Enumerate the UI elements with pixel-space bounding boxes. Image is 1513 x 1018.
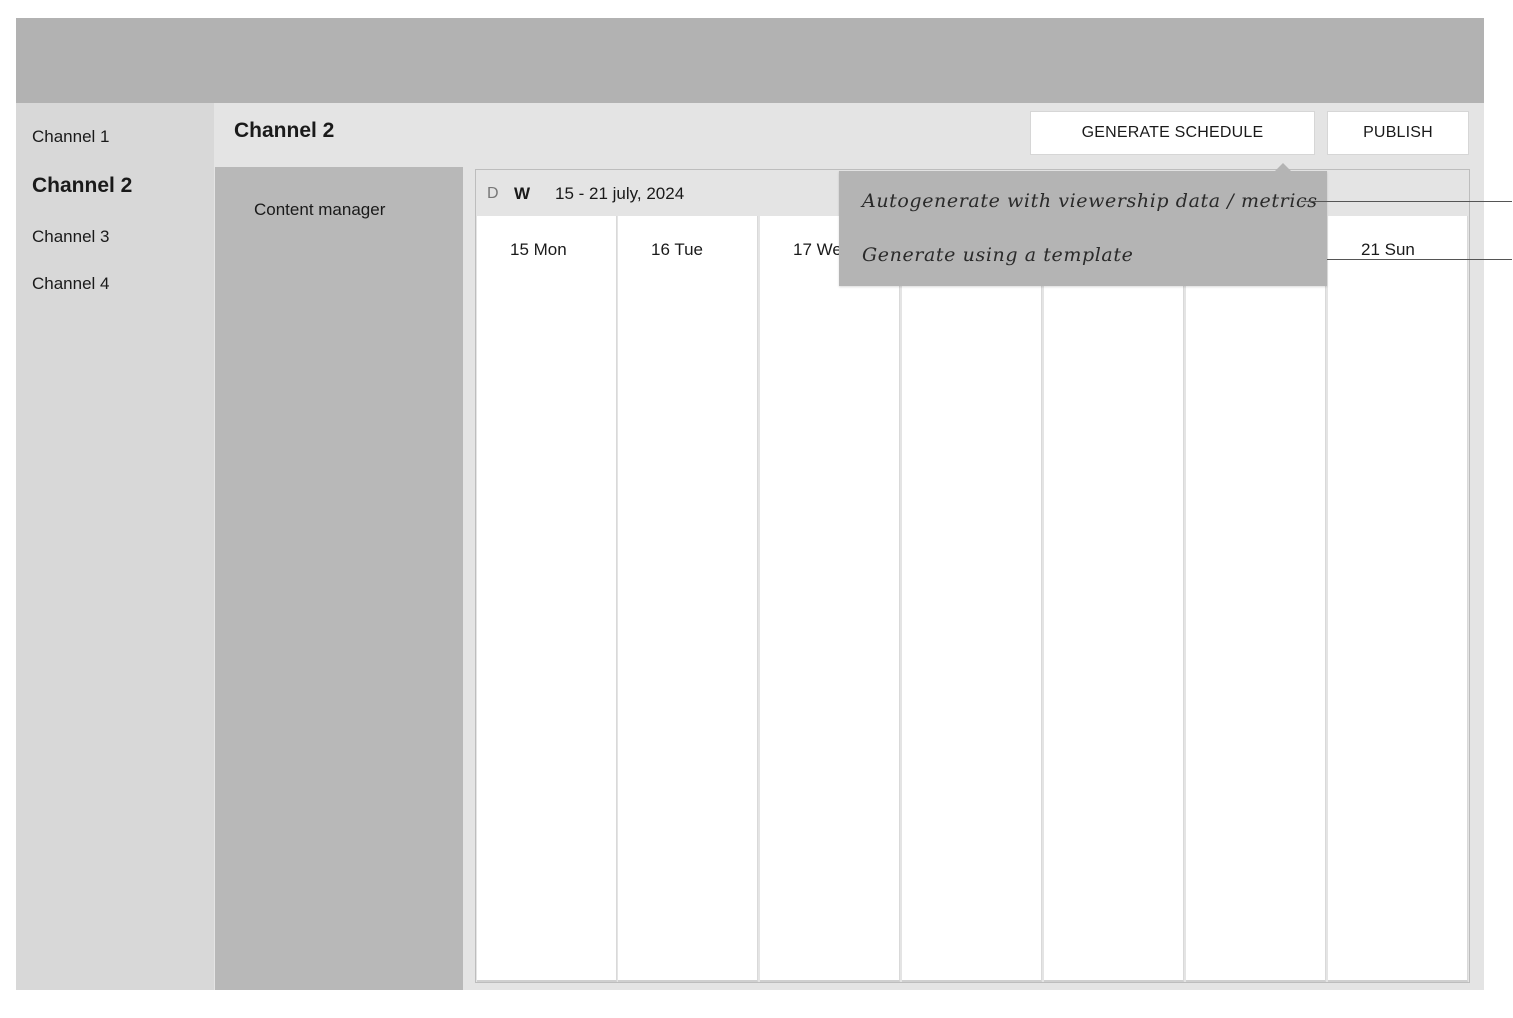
generate-schedule-menu: Autogenerate with viewership data / metr… [839,163,1327,286]
day-column[interactable]: 21 Sun [1328,216,1468,982]
publish-button[interactable]: PUBLISH [1327,111,1469,155]
page-title: Channel 2 [234,119,335,142]
week-grid: 15 Mon 16 Tue 17 We 21 Sun [477,216,1468,982]
day-view-toggle[interactable]: D [487,185,499,203]
app-window: Channel 1 Channel 2 Channel 3 Channel 4 … [16,18,1484,990]
content-manager-label: Content manager [254,200,386,219]
top-bar [16,18,1484,103]
day-column[interactable] [1044,216,1184,982]
sidebar-item-channel-3[interactable]: Channel 3 [32,227,110,247]
generate-schedule-button[interactable]: GENERATE SCHEDULE [1030,111,1315,155]
day-label: 17 We [793,240,842,259]
sidebar-item-channel-2[interactable]: Channel 2 [32,174,132,198]
day-label: 15 Mon [510,240,567,259]
day-label: 21 Sun [1361,240,1415,259]
calendar: D W 15 - 21 july, 2024 15 Mon 16 Tue 17 … [475,169,1470,983]
day-column[interactable]: 16 Tue [618,216,758,982]
sidebar-item-channel-4[interactable]: Channel 4 [32,274,110,294]
day-column[interactable] [902,216,1042,982]
annotation-line [1327,259,1512,260]
day-column[interactable]: 15 Mon [477,216,617,982]
content-manager-panel: Content manager [215,167,463,990]
day-column[interactable]: 17 We [760,216,900,982]
day-column[interactable] [1186,216,1326,982]
sidebar: Channel 1 Channel 2 Channel 3 Channel 4 [16,103,214,990]
week-view-toggle[interactable]: W [514,184,530,204]
menu-item-template[interactable]: Generate using a template [862,244,1133,266]
day-label: 16 Tue [651,240,703,259]
menu-item-autogenerate[interactable]: Autogenerate with viewership data / metr… [862,190,1318,212]
sidebar-item-channel-1[interactable]: Channel 1 [32,127,110,147]
annotation-line [1301,201,1512,202]
date-range: 15 - 21 july, 2024 [555,184,685,203]
